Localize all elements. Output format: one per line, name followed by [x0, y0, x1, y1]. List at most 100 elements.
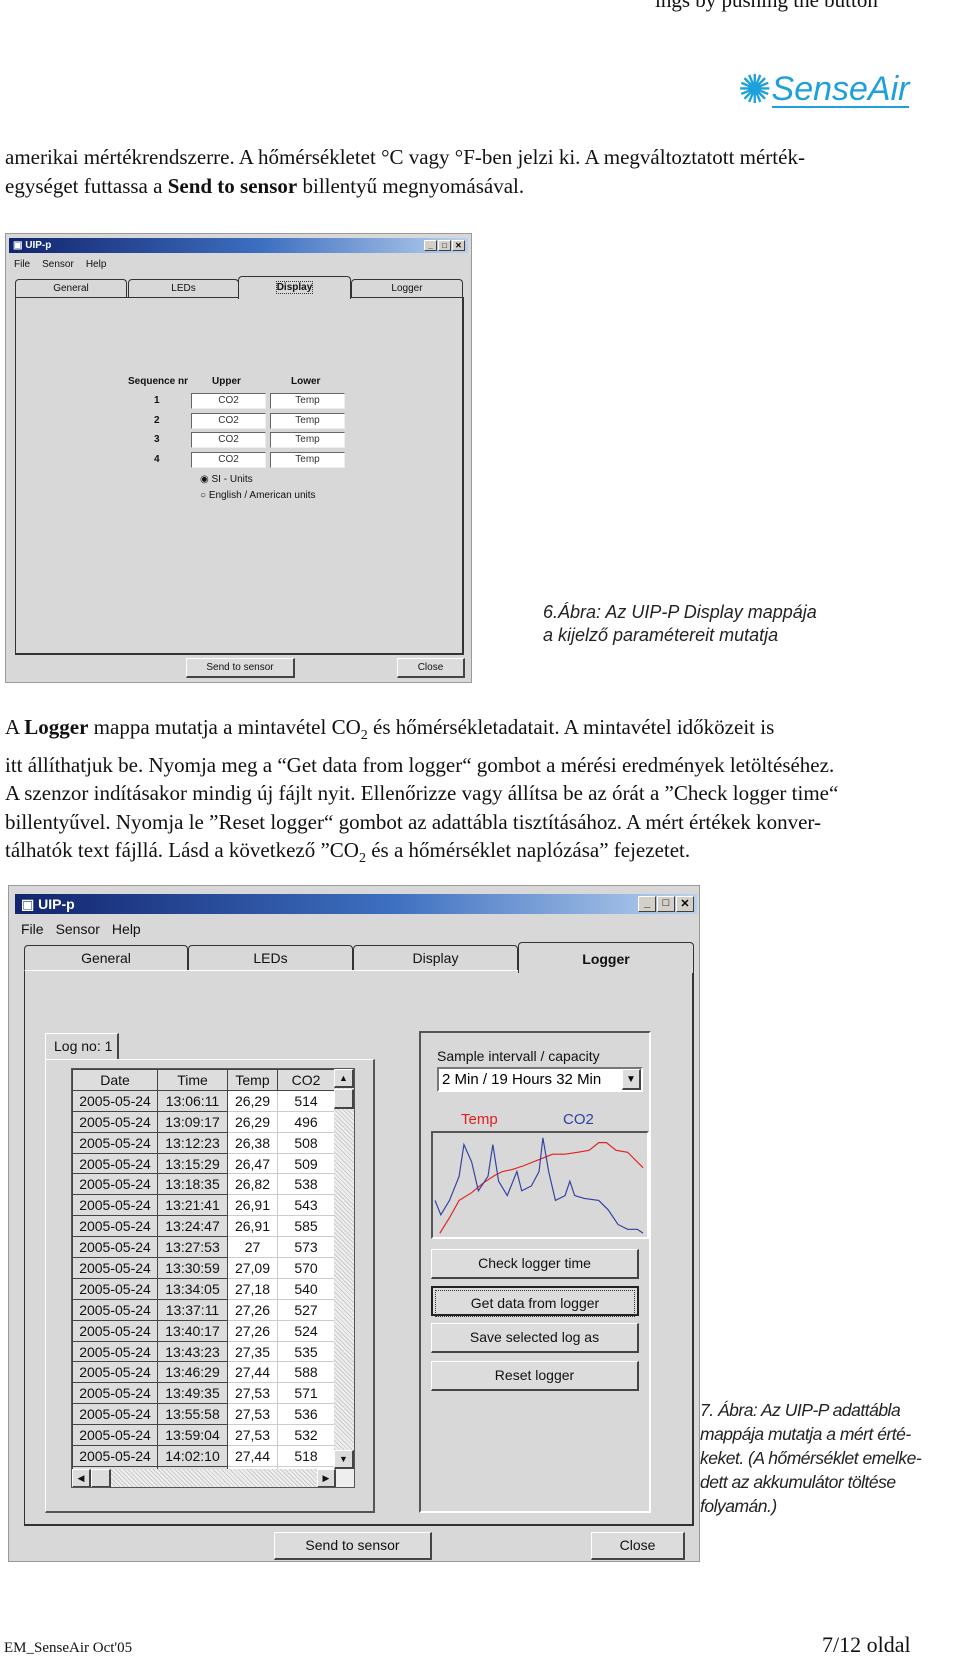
time-cell: 13:59:04: [157, 1424, 228, 1447]
tab-general[interactable]: General: [24, 945, 188, 970]
table-row[interactable]: 2005-05-24 13:15:29 26,47 509: [72, 1152, 335, 1175]
table-row[interactable]: 2005-05-24 13:24:47 26,91 585: [72, 1215, 335, 1238]
table-row[interactable]: 2005-05-24 13:59:04 27,53 532: [72, 1424, 335, 1447]
upper-header: Upper: [212, 376, 241, 387]
table-row[interactable]: 2005-05-24 13:06:11 26,29 514: [72, 1089, 335, 1112]
maximize-button[interactable]: □: [657, 896, 675, 912]
get-data-from-logger-button[interactable]: Get data from logger: [431, 1286, 639, 1317]
radio-english-units[interactable]: ○ English / American units: [200, 490, 316, 501]
close-window-button[interactable]: ✕: [452, 240, 465, 251]
send-to-sensor-button[interactable]: Send to sensor: [274, 1532, 432, 1560]
menu-help[interactable]: Help: [86, 259, 107, 270]
scroll-thumb[interactable]: [334, 1089, 354, 1109]
table-row[interactable]: 2005-05-24 13:46:29 27,44 588: [72, 1361, 335, 1384]
table-row[interactable]: 2005-05-24 13:34:05 27,18 540: [72, 1277, 335, 1300]
temp-series-line: [439, 1142, 644, 1234]
save-selected-log-button[interactable]: Save selected log as: [431, 1323, 639, 1353]
time-cell: 13:46:29: [157, 1361, 228, 1384]
tab-logger[interactable]: Logger: [518, 942, 694, 973]
title-bar: ▣ UIP-p _ □ ✕: [15, 894, 697, 914]
scroll-left-button[interactable]: ◀: [72, 1469, 91, 1487]
upper-field[interactable]: CO2: [191, 393, 266, 409]
col-co2[interactable]: CO2: [277, 1069, 335, 1091]
table-row[interactable]: 2005-05-24 13:43:23 27,35 535: [72, 1340, 335, 1363]
col-date[interactable]: Date: [72, 1069, 158, 1091]
upper-field[interactable]: CO2: [191, 451, 266, 468]
radio-si-units[interactable]: ◉ SI - Units: [200, 474, 253, 485]
tab-leds[interactable]: LEDs: [188, 945, 353, 970]
temp-cell: 26,91: [227, 1215, 278, 1238]
scroll-up-button[interactable]: ▲: [334, 1069, 354, 1088]
table-row[interactable]: 2005-05-24 13:09:17 26,29 496: [72, 1110, 335, 1133]
scroll-right-button[interactable]: ▶: [317, 1469, 336, 1487]
upper-field[interactable]: CO2: [191, 432, 266, 448]
vertical-scrollbar[interactable]: ▲ ▼: [334, 1069, 354, 1469]
table-row[interactable]: 2005-05-24 13:55:58 27,53 536: [72, 1403, 335, 1426]
temp-cell: 27,53: [227, 1382, 278, 1405]
tab-display[interactable]: Display: [353, 945, 518, 970]
sequence-number: 1: [154, 395, 160, 406]
table-row[interactable]: 2005-05-24 13:27:53 27 573: [72, 1236, 335, 1259]
date-cell: 2005-05-24: [72, 1361, 158, 1384]
tab-leds[interactable]: LEDs: [128, 279, 239, 297]
dropdown-arrow-icon[interactable]: ▼: [622, 1069, 641, 1090]
app-icon: ▣: [21, 895, 39, 912]
scroll-down-button[interactable]: ▼: [334, 1450, 354, 1469]
close-button[interactable]: Close: [591, 1532, 685, 1560]
text-line: tálhatók text fájllá. Lásd a következő ”…: [5, 838, 691, 867]
time-cell: 13:37:11: [157, 1298, 228, 1321]
co2-cell: 527: [277, 1298, 335, 1321]
menu-file[interactable]: File: [21, 921, 44, 937]
hscroll-thumb[interactable]: [91, 1469, 111, 1487]
text-line: billentyűvel. Nyomja le ”Reset logger“ g…: [5, 809, 821, 834]
maximize-button[interactable]: □: [438, 240, 451, 251]
lower-field[interactable]: Temp: [270, 412, 345, 429]
co2-cell: 509: [277, 1152, 335, 1175]
table-row[interactable]: 2005-05-24 13:12:23 26,38 508: [72, 1131, 335, 1154]
temp-cell: 27: [227, 1236, 278, 1259]
menu-sensor[interactable]: Sensor: [56, 921, 100, 937]
close-window-button[interactable]: ✕: [676, 896, 694, 912]
send-to-sensor-button[interactable]: Send to sensor: [186, 658, 295, 678]
table-row[interactable]: 2005-05-24 13:18:35 26,82 538: [72, 1173, 335, 1196]
date-cell: 2005-05-24: [72, 1152, 158, 1175]
footer-left: EM_SenseAir Oct'05: [4, 1640, 133, 1656]
upper-field[interactable]: CO2: [191, 412, 266, 429]
co2-cell: 535: [277, 1340, 335, 1363]
horizontal-scrollbar[interactable]: ◀ ▶: [72, 1469, 336, 1487]
minimize-button[interactable]: _: [638, 896, 656, 912]
time-cell: 13:12:23: [157, 1131, 228, 1154]
table-row[interactable]: 2005-05-24 13:30:59 27,09 570: [72, 1257, 335, 1279]
minimize-button[interactable]: _: [424, 240, 437, 251]
table-row[interactable]: 2005-05-24 13:40:17 27,26 524: [72, 1319, 335, 1342]
lower-field[interactable]: Temp: [270, 393, 345, 409]
date-cell: 2005-05-24: [72, 1089, 158, 1112]
table-row[interactable]: 2005-05-24 14:02:10 27,44 518: [72, 1445, 335, 1467]
menu-file[interactable]: File: [14, 259, 30, 270]
tab-general[interactable]: General: [15, 279, 127, 297]
lower-field[interactable]: Temp: [270, 451, 345, 468]
col-time[interactable]: Time: [157, 1069, 228, 1091]
menu-help[interactable]: Help: [112, 921, 141, 937]
reset-logger-button[interactable]: Reset logger: [431, 1361, 639, 1391]
menu-sensor[interactable]: Sensor: [42, 259, 74, 270]
tab-logger[interactable]: Logger: [351, 279, 463, 297]
tab-display[interactable]: Display: [238, 276, 351, 299]
table-row[interactable]: 2005-05-24 13:37:11 27,26 527: [72, 1298, 335, 1321]
time-cell: 13:09:17: [157, 1110, 228, 1133]
log-tab[interactable]: Log no: 1: [45, 1033, 119, 1059]
co2-cell: 585: [277, 1215, 335, 1238]
co2-cell: 514: [277, 1089, 335, 1112]
col-temp[interactable]: Temp: [227, 1069, 278, 1091]
text-line: amerikai mértékrendszerre. A hőmérséklet…: [5, 145, 805, 169]
sample-interval-select[interactable]: 2 Min / 19 Hours 32 Min ▼: [437, 1067, 643, 1092]
lower-field[interactable]: Temp: [270, 432, 345, 448]
temp-cell: 27,35: [227, 1340, 278, 1363]
display-panel: Sequence nr Upper Lower 1 CO2 Temp 2 CO2 …: [15, 297, 464, 655]
date-cell: 2005-05-24: [72, 1298, 158, 1321]
co2-cell: 570: [277, 1257, 335, 1279]
check-logger-time-button[interactable]: Check logger time: [431, 1249, 639, 1279]
table-row[interactable]: 2005-05-24 13:49:35 27,53 571: [72, 1382, 335, 1405]
table-row[interactable]: 2005-05-24 13:21:41 26,91 543: [72, 1194, 335, 1217]
close-button[interactable]: Close: [397, 658, 465, 678]
